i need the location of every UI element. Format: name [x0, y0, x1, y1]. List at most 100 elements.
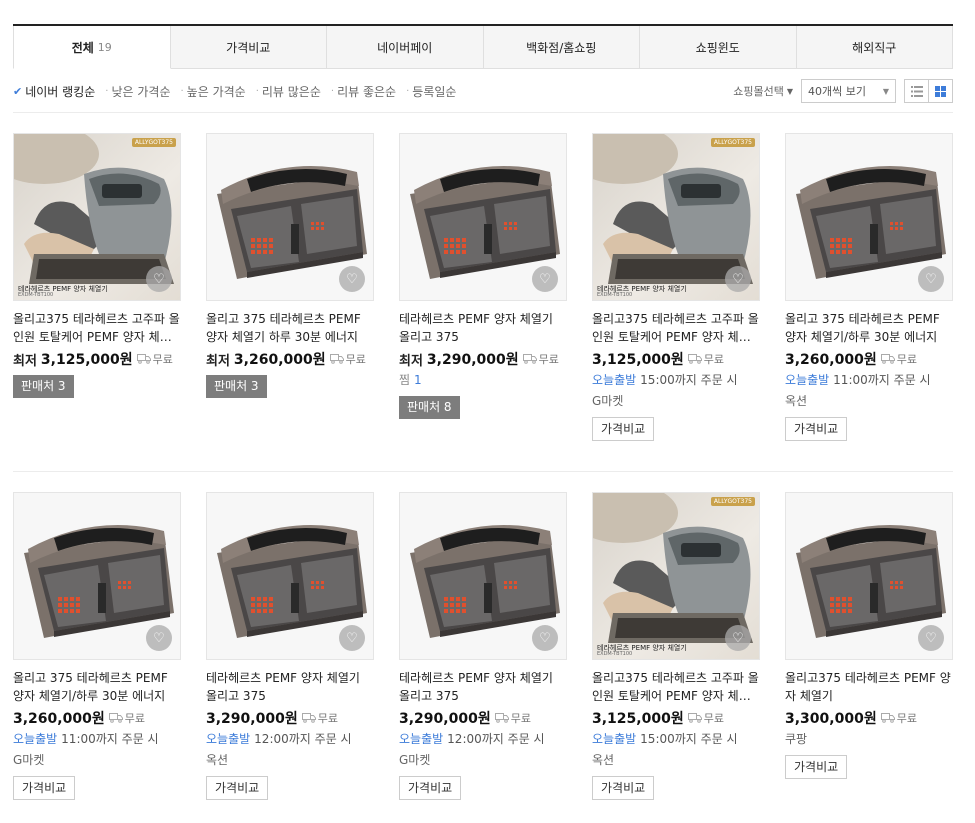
product-price: 3,260,000원	[233, 352, 326, 368]
sort-label: 리뷰 좋은순	[337, 84, 397, 99]
price-compare-button[interactable]: 가격비교	[399, 776, 462, 800]
product-card[interactable]: ♡ 테라헤르츠 PEMF 양자 체열기 올리고 375 3,290,000원 무…	[206, 492, 374, 800]
price-compare-button[interactable]: 가격비교	[206, 776, 269, 800]
today-shipping-cutoff: 15:00까지 주문 시	[640, 732, 738, 746]
today-shipping-label: 오늘출발	[13, 732, 58, 746]
page-size-select[interactable]: 40개씩 보기 ▼	[801, 79, 896, 103]
tab-price-compare[interactable]: 가격비교	[170, 26, 327, 69]
price-compare-button[interactable]: 가격비교	[13, 776, 76, 800]
today-shipping: 오늘출발 12:00까지 주문 시	[206, 729, 374, 749]
sort-newest[interactable]: · 등록일순	[406, 83, 456, 100]
mall-name[interactable]: 쿠팡	[785, 729, 953, 749]
product-title[interactable]: 올리고 375 테라헤르츠 PEMF 양자 체열기/하루 30분 에너지	[13, 669, 181, 705]
product-title[interactable]: 올리고375 테라헤르츠 고주파 올인원 토탈케어 PEMF 양자 체열기	[592, 310, 760, 346]
today-shipping: 오늘출발 11:00까지 주문 시	[13, 729, 181, 749]
heart-icon[interactable]: ♡	[918, 625, 944, 651]
heart-icon[interactable]: ♡	[339, 625, 365, 651]
product-card[interactable]: ALLYGOT375 테라헤르츠 PEMF 양자 체열기 EXDM-TBT100…	[13, 133, 181, 398]
caret-down-icon: ▼	[786, 86, 793, 96]
product-image[interactable]: ♡	[399, 492, 567, 660]
product-image[interactable]: ♡	[206, 492, 374, 660]
sort-naver-ranking[interactable]: ✔ 네이버 랭킹순	[13, 83, 95, 100]
product-title[interactable]: 테라헤르츠 PEMF 양자 체열기 올리고 375	[399, 310, 567, 346]
mall-name[interactable]: G마켓	[13, 750, 181, 770]
mall-name[interactable]: 옥션	[785, 391, 953, 411]
tab-overseas-direct[interactable]: 해외직구	[796, 26, 953, 69]
mall-name[interactable]: 옥션	[206, 750, 374, 770]
today-shipping-cutoff: 11:00까지 주문 시	[833, 373, 931, 387]
price-prefix: 최저	[399, 353, 423, 369]
sort-best-reviews[interactable]: · 리뷰 좋은순	[331, 83, 396, 100]
mall-name[interactable]: G마켓	[399, 750, 567, 770]
heart-icon[interactable]: ♡	[146, 266, 172, 292]
product-image[interactable]: ALLYGOT375 테라헤르츠 PEMF 양자 체열기 EXDM-TBT100…	[592, 133, 760, 301]
price-prefix: 최저	[13, 353, 37, 369]
today-shipping: 오늘출발 15:00까지 주문 시	[592, 370, 760, 390]
shop-select-dropdown[interactable]: 쇼핑몰선택 ▼	[733, 83, 793, 99]
product-image[interactable]: ALLYGOT375 테라헤르츠 PEMF 양자 체열기 EXDM-TBT100…	[13, 133, 181, 301]
product-card[interactable]: ALLYGOT375 테라헤르츠 PEMF 양자 체열기 EXDM-TBT100…	[592, 133, 760, 441]
price-compare-button[interactable]: 가격비교	[592, 417, 655, 441]
shipping-fee: 무료	[896, 712, 917, 725]
product-card[interactable]: ♡ 올리고375 테라헤르츠 PEMF 양자 체열기 3,300,000원 무료…	[785, 492, 953, 779]
product-image[interactable]: ♡	[206, 133, 374, 301]
truck-icon	[494, 713, 509, 723]
sellers-count-button[interactable]: 판매처 3	[206, 375, 267, 398]
price-compare-button[interactable]: 가격비교	[592, 776, 655, 800]
today-shipping-cutoff: 12:00까지 주문 시	[447, 732, 545, 746]
product-title[interactable]: 올리고375 테라헤르츠 고주파 올인원 토탈케어 PEMF 양자 체열기	[13, 310, 181, 346]
sort-label: 높은 가격순	[186, 84, 246, 99]
heart-icon[interactable]: ♡	[339, 266, 365, 292]
tab-all[interactable]: 전체 19	[13, 26, 171, 69]
product-card[interactable]: ♡ 올리고 375 테라헤르츠 PEMF 양자 체열기/하루 30분 에너지 3…	[13, 492, 181, 800]
price-compare-button[interactable]: 가격비교	[785, 417, 848, 441]
product-title[interactable]: 올리고 375 테라헤르츠 PEMF 양자 체열기/하루 30분 에너지	[785, 310, 953, 346]
product-title[interactable]: 올리고375 테라헤르츠 PEMF 양자 체열기	[785, 669, 953, 705]
today-shipping-cutoff: 12:00까지 주문 시	[254, 732, 352, 746]
tab-all-count: 19	[97, 40, 112, 54]
price-row: 3,125,000원 무료	[592, 349, 760, 369]
price-prefix: 최저	[206, 353, 230, 369]
shipping-fee: 무료	[345, 353, 366, 366]
heart-icon[interactable]: ♡	[532, 625, 558, 651]
sellers-count-button[interactable]: 판매처 3	[13, 375, 74, 398]
sort-low-price[interactable]: · 낮은 가격순	[105, 83, 170, 100]
product-card[interactable]: ♡ 올리고 375 테라헤르츠 PEMF 양자 체열기/하루 30분 에너지 3…	[785, 133, 953, 441]
wishlist-number: 1	[414, 373, 422, 387]
product-title[interactable]: 테라헤르츠 PEMF 양자 체열기 올리고 375	[206, 669, 374, 705]
tab-naver-pay[interactable]: 네이버페이	[327, 26, 484, 69]
heart-icon[interactable]: ♡	[918, 266, 944, 292]
product-price: 3,260,000원	[785, 352, 877, 368]
sellers-count-button[interactable]: 판매처 8	[399, 396, 460, 419]
product-title[interactable]: 올리고 375 테라헤르츠 PEMF 양자 체열기 하루 30분 에너지	[206, 310, 374, 346]
tab-department-homeshopping[interactable]: 백화점/홈쇼핑	[483, 26, 640, 69]
today-shipping-cutoff: 11:00까지 주문 시	[61, 732, 159, 746]
product-image[interactable]: ♡	[13, 492, 181, 660]
heart-icon[interactable]: ♡	[146, 625, 172, 651]
product-image[interactable]: ♡	[785, 492, 953, 660]
page-size-value: 40개씩 보기	[808, 85, 866, 98]
product-image[interactable]: ♡	[399, 133, 567, 301]
price-compare-button[interactable]: 가격비교	[785, 755, 848, 779]
product-card[interactable]: ALLYGOT375 테라헤르츠 PEMF 양자 체열기 EXDM-TBT100…	[592, 492, 760, 800]
tab-shopping-window[interactable]: 쇼핑윈도	[640, 26, 797, 69]
sort-high-price[interactable]: · 높은 가격순	[180, 83, 245, 100]
product-title[interactable]: 테라헤르츠 PEMF 양자 체열기 올리고 375	[399, 669, 567, 705]
product-card[interactable]: ♡ 테라헤르츠 PEMF 양자 체열기 올리고 375 3,290,000원 무…	[399, 492, 567, 800]
heart-icon[interactable]: ♡	[532, 266, 558, 292]
mall-name[interactable]: G마켓	[592, 391, 760, 411]
heart-icon[interactable]: ♡	[725, 625, 751, 651]
heart-icon[interactable]: ♡	[725, 266, 751, 292]
today-shipping-cutoff: 15:00까지 주문 시	[640, 373, 738, 387]
grid-view-button[interactable]	[928, 79, 953, 103]
product-title[interactable]: 올리고375 테라헤르츠 고주파 올인원 토탈케어 PEMF 양자 체열기	[592, 669, 760, 705]
product-image[interactable]: ALLYGOT375 테라헤르츠 PEMF 양자 체열기 EXDM-TBT100…	[592, 492, 760, 660]
product-card[interactable]: ♡ 올리고 375 테라헤르츠 PEMF 양자 체열기 하루 30분 에너지 최…	[206, 133, 374, 398]
shipping-fee: 무료	[152, 353, 173, 366]
mall-name[interactable]: 옥션	[592, 750, 760, 770]
sort-most-reviews[interactable]: · 리뷰 많은순	[256, 83, 321, 100]
list-view-button[interactable]	[904, 79, 929, 103]
product-card[interactable]: ♡ 테라헤르츠 PEMF 양자 체열기 올리고 375 최저 3,290,000…	[399, 133, 567, 419]
truck-icon	[880, 354, 895, 364]
product-image[interactable]: ♡	[785, 133, 953, 301]
